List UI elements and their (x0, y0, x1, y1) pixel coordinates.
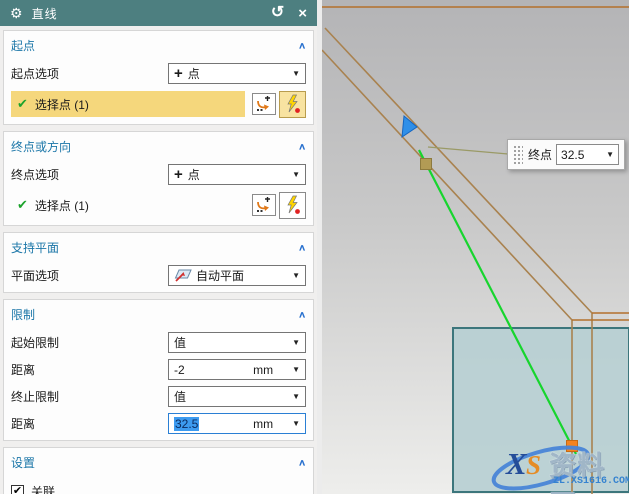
start-distance-value[interactable]: -2 (174, 363, 253, 377)
graphics-viewport[interactable]: 终点 32.5 ▼ X S 资料网 ZL.XS1616.COM (322, 0, 629, 494)
section-start-point: 起点 ∧ 起点选项 + 点 ▼ ✔ 选择点 (1) (3, 30, 314, 125)
start-option-label: 起点选项 (11, 67, 60, 81)
endpoint-input-value[interactable]: 32.5 (561, 148, 606, 162)
end-limit-dropdown[interactable]: 值 ▼ (168, 386, 306, 407)
section-limits: 限制 ∧ 起始限制 值 ▼ 距离 -2 mm ▼ 终止限制 值 ▼ 距离 32.… (3, 299, 314, 441)
start-limit-label: 起始限制 (11, 336, 60, 350)
section-end-point: 终点或方向 ∧ 终点选项 + 点 ▼ ✔ 选择点 (1) (3, 131, 314, 226)
endpoint-input-field[interactable]: 32.5 ▼ (556, 144, 619, 165)
chevron-down-icon: ▼ (292, 392, 300, 401)
chevron-down-icon: ▼ (292, 69, 300, 78)
section-settings-header: 设置 (11, 455, 36, 470)
start-distance-label: 距离 (11, 363, 36, 377)
end-select-point[interactable]: ✔ 选择点 (1) (11, 192, 245, 218)
auto-plane-icon (174, 269, 192, 282)
collapse-chevron-icon[interactable]: ∧ (298, 242, 306, 253)
chevron-down-icon: ▼ (292, 419, 300, 428)
collapse-chevron-icon[interactable]: ∧ (298, 457, 306, 468)
endpoint-onscreen-input[interactable]: 终点 32.5 ▼ (507, 139, 625, 170)
plane-option-dropdown[interactable]: 自动平面 ▼ (168, 265, 306, 286)
start-snap-point-button[interactable] (279, 90, 306, 118)
start-option-value: 点 (187, 67, 200, 81)
point-constructor-icon (257, 197, 270, 212)
end-limit-value: 值 (174, 390, 187, 404)
plane-option-value: 自动平面 (196, 269, 245, 283)
section-support-plane: 支持平面 ∧ 平面选项 自动平面 ▼ (3, 232, 314, 293)
chevron-down-icon: ▼ (292, 365, 300, 374)
chevron-down-icon: ▼ (292, 271, 300, 280)
section-plane-header: 支持平面 (11, 240, 60, 255)
start-limit-value: 值 (174, 336, 187, 350)
end-snap-point-button[interactable] (279, 191, 306, 219)
start-distance-unit: mm (253, 362, 274, 377)
end-option-dropdown[interactable]: + 点 ▼ (168, 164, 306, 185)
drag-handle-icon[interactable] (512, 144, 523, 165)
close-button[interactable]: × (298, 6, 307, 21)
chevron-down-icon: ▼ (606, 150, 614, 159)
point-icon: + (174, 166, 183, 183)
end-distance-field[interactable]: 32.5 mm ▼ (168, 413, 306, 434)
start-point-handle[interactable] (420, 158, 432, 170)
dialog-title: 直线 (31, 6, 58, 21)
endpoint-input-label: 终点 (528, 148, 553, 162)
end-option-value: 点 (187, 168, 200, 182)
collapse-chevron-icon[interactable]: ∧ (298, 309, 306, 320)
start-select-label: 选择点 (1) (34, 97, 89, 112)
lightning-icon (286, 195, 300, 214)
collapse-chevron-icon[interactable]: ∧ (298, 40, 306, 51)
end-limit-label: 终止限制 (11, 390, 60, 404)
section-end-header: 终点或方向 (11, 139, 72, 154)
end-distance-label: 距离 (11, 417, 36, 431)
end-distance-unit: mm (253, 416, 274, 431)
start-distance-field[interactable]: -2 mm ▼ (168, 359, 306, 380)
section-settings: 设置 ∧ ✔ 关联 (3, 447, 314, 494)
lightning-icon (286, 94, 300, 113)
end-distance-value[interactable]: 32.5 (174, 416, 200, 431)
associative-checkbox[interactable]: ✔ (11, 484, 24, 494)
watermark-url: ZL.XS1616.COM (553, 476, 629, 487)
section-start-header: 起点 (11, 38, 36, 53)
chevron-down-icon: ▼ (292, 170, 300, 179)
reset-button[interactable]: ↺ (271, 5, 284, 21)
end-option-label: 终点选项 (11, 168, 60, 182)
plane-option-label: 平面选项 (11, 269, 60, 283)
app-window: ⚙ 直线 ↺ × 起点 ∧ 起点选项 + 点 ▼ ✔ 选择点 (1) 终点或方向… (0, 0, 629, 494)
associative-label: 关联 (31, 484, 56, 494)
watermark-s: S (526, 450, 542, 480)
chevron-down-icon: ▼ (292, 338, 300, 347)
start-option-dropdown[interactable]: + 点 ▼ (168, 63, 306, 84)
dialog-titlebar[interactable]: ⚙ 直线 ↺ × (0, 0, 317, 26)
check-icon: ✔ (17, 96, 28, 111)
line-dialog: ⚙ 直线 ↺ × 起点 ∧ 起点选项 + 点 ▼ ✔ 选择点 (1) 终点或方向… (0, 0, 317, 494)
watermark-x: X (506, 446, 527, 481)
point-constructor-icon (257, 96, 270, 111)
collapse-chevron-icon[interactable]: ∧ (298, 141, 306, 152)
point-icon: + (174, 65, 183, 82)
end-point-dialog-button[interactable] (252, 194, 276, 216)
model-edge-diagonal (322, 49, 573, 321)
check-icon: ✔ (17, 197, 28, 212)
section-limits-header: 限制 (11, 307, 36, 322)
watermark: X S 资料网 ZL.XS1616.COM (489, 443, 629, 494)
model-edge-diagonal (324, 27, 593, 314)
end-select-label: 选择点 (1) (34, 198, 89, 213)
gear-icon: ⚙ (10, 5, 23, 21)
start-limit-dropdown[interactable]: 值 ▼ (168, 332, 306, 353)
start-select-point[interactable]: ✔ 选择点 (1) (11, 91, 245, 117)
dialog-body: 起点 ∧ 起点选项 + 点 ▼ ✔ 选择点 (1) 终点或方向 ∧ 终点选项 +… (0, 26, 317, 494)
start-point-dialog-button[interactable] (252, 93, 276, 115)
